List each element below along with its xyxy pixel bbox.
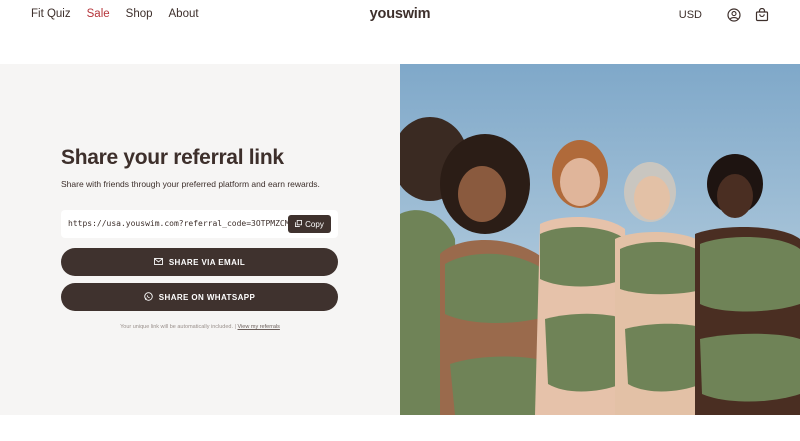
copy-button[interactable]: Copy xyxy=(288,215,331,233)
whatsapp-icon xyxy=(144,291,153,303)
referral-title: Share your referral link xyxy=(61,146,284,169)
currency-selector[interactable]: USD xyxy=(679,9,702,21)
referral-subtitle: Share with friends through your preferre… xyxy=(61,179,320,189)
account-icon[interactable] xyxy=(726,7,742,23)
view-referrals-link[interactable]: View my referrals xyxy=(238,324,280,330)
share-whatsapp-label: SHARE ON WHATSAPP xyxy=(158,292,256,302)
hero-image xyxy=(400,64,800,415)
nav-fit-quiz[interactable]: Fit Quiz xyxy=(31,8,71,20)
bag-icon[interactable] xyxy=(754,7,770,23)
site-header: Fit Quiz Sale Shop About youswim USD xyxy=(0,0,800,32)
header-actions: USD xyxy=(679,7,770,23)
referral-footnote: Your unique link will be automatically i… xyxy=(0,324,400,330)
copy-label: Copy xyxy=(305,219,324,229)
nav-sale[interactable]: Sale xyxy=(87,8,110,20)
brand-logo[interactable]: youswim xyxy=(370,6,431,22)
share-email-button[interactable]: SHARE VIA EMAIL xyxy=(61,248,338,276)
referral-link-field[interactable]: https://usa.youswim.com?referral_code=3O… xyxy=(61,210,338,238)
mail-icon xyxy=(153,257,163,267)
main-nav: Fit Quiz Sale Shop About xyxy=(31,8,199,20)
models-photo xyxy=(400,64,800,415)
share-whatsapp-button[interactable]: SHARE ON WHATSAPP xyxy=(61,283,338,311)
share-email-label: SHARE VIA EMAIL xyxy=(168,257,246,267)
nav-shop[interactable]: Shop xyxy=(126,8,153,20)
footnote-text: Your unique link will be automatically i… xyxy=(120,324,236,330)
copy-icon xyxy=(295,219,303,229)
referral-link-text[interactable]: https://usa.youswim.com?referral_code=3O… xyxy=(68,219,290,228)
nav-about[interactable]: About xyxy=(169,8,199,20)
referral-panel: Share your referral link Share with frie… xyxy=(0,64,400,415)
